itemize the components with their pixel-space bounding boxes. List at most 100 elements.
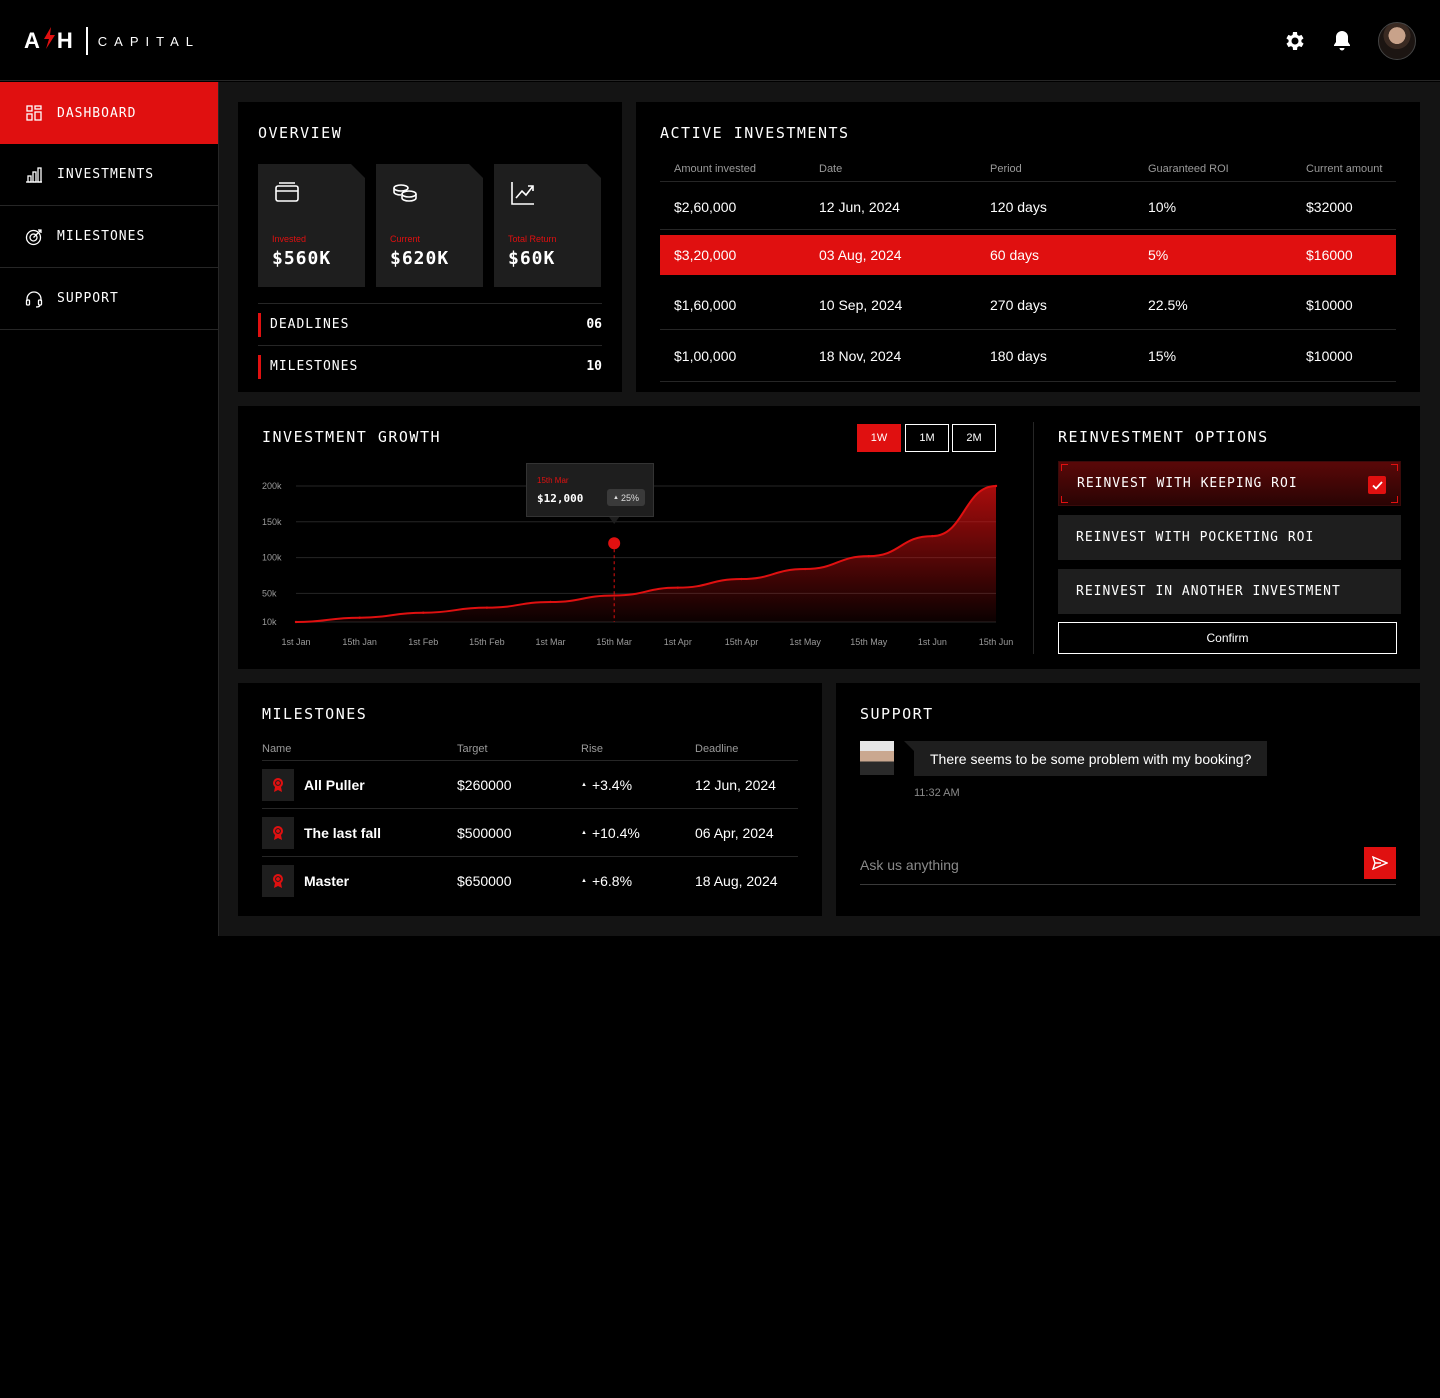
corner-mark xyxy=(1061,464,1068,471)
table-row[interactable]: $1,00,000 18 Nov, 2024 180 days 15% $100… xyxy=(660,330,1396,382)
milestone-rise-value: +3.4% xyxy=(591,776,633,793)
data-point xyxy=(803,567,807,571)
avatar[interactable] xyxy=(1378,22,1416,60)
option-label: REINVEST IN ANOTHER INVESTMENT xyxy=(1076,584,1341,599)
milestone-name-cell: All Puller xyxy=(262,761,365,808)
col-target: Target xyxy=(457,742,488,755)
cell-amount: $1,60,000 xyxy=(674,296,737,313)
data-point xyxy=(485,606,489,609)
milestone-target: $260000 xyxy=(457,776,512,793)
milestone-target: $650000 xyxy=(457,873,512,889)
overview-title: OVERVIEW xyxy=(258,124,343,142)
cell-period: 180 days xyxy=(990,347,1047,364)
x-tick-label: 15th Jan xyxy=(342,637,377,647)
option-label: REINVEST WITH KEEPING ROI xyxy=(1077,476,1298,491)
tooltip-change: 25% xyxy=(620,492,639,503)
x-tick-label: 1st Feb xyxy=(408,637,438,647)
send-icon xyxy=(1372,856,1388,870)
stat-label: Invested xyxy=(272,234,307,244)
reinvest-option-keep-roi[interactable]: REINVEST WITH KEEPING ROI xyxy=(1058,461,1401,506)
x-tick-label: 1st Jun xyxy=(918,637,947,647)
trend-up-icon xyxy=(511,182,534,205)
deadlines-row[interactable]: DEADLINES 06 xyxy=(258,303,602,345)
sidebar-item-support[interactable]: SUPPORT xyxy=(0,268,218,330)
data-point xyxy=(294,620,298,624)
growth-chart[interactable]: 200k 150k 100k 50k 10k 1st Jan 15th Jan 1st Feb… xyxy=(238,406,1018,669)
logo-letter-h: H xyxy=(56,28,74,53)
logo-text: CAPITAL xyxy=(97,33,200,49)
option-label: REINVEST WITH POCKETING ROI xyxy=(1076,530,1315,545)
tooltip-date: 15th Mar xyxy=(537,476,569,485)
headset-icon xyxy=(25,290,43,308)
y-tick-label: 50k xyxy=(262,588,277,598)
x-tick-label: 15th May xyxy=(850,637,888,647)
milestone-name: The last fall xyxy=(304,824,382,841)
overview-card: OVERVIEW Invested $560K Current $620K To… xyxy=(238,102,622,392)
milestones-row[interactable]: MILESTONES 10 xyxy=(258,345,602,387)
chat-message: There seems to be some problem with my b… xyxy=(903,741,1268,776)
cell-date: 12 Jun, 2024 xyxy=(819,198,900,215)
x-tick-label: 15th Jun xyxy=(979,637,1014,647)
x-tick-label: 15th Feb xyxy=(469,637,505,647)
table-row[interactable]: All Puller $260000 ▲ +3.4% 12 Jun, 2024 xyxy=(262,761,798,809)
active-investments-header: Amount invested Date Period Guaranteed R… xyxy=(660,156,1396,182)
award-icon xyxy=(262,816,294,849)
cell-roi: 22.5% xyxy=(1148,296,1188,313)
table-row[interactable]: Master $650000 ▲ +6.8% 18 Aug, 2024 xyxy=(262,857,798,905)
table-row-selected[interactable]: $3,20,000 03 Aug, 2024 60 days 5% $16000 xyxy=(660,235,1396,275)
chat-input[interactable]: Ask us anything xyxy=(860,845,1396,885)
y-tick-label: 150k xyxy=(262,517,282,527)
sidebar-item-investments[interactable]: INVESTMENTS xyxy=(0,144,218,206)
col-rise: Rise xyxy=(581,742,604,755)
sidebar-item-label: INVESTMENTS xyxy=(57,167,155,182)
stat-current: Current $620K xyxy=(376,164,483,287)
send-button[interactable] xyxy=(1364,847,1396,879)
x-tick-label: 1st Jan xyxy=(281,637,310,647)
caret-up-icon: ▲ xyxy=(581,878,587,884)
stat-label: Total Return xyxy=(508,234,557,244)
logo[interactable]: A H CAPITAL xyxy=(24,26,200,56)
cell-date: 10 Sep, 2024 xyxy=(819,296,903,313)
table-row[interactable]: The last fall $500000 ▲ +10.4% 06 Apr, 2024 xyxy=(262,809,798,857)
milestones-header: Name Target Rise Deadline xyxy=(262,737,798,761)
data-point xyxy=(740,577,743,581)
x-tick-label: 15th Mar xyxy=(596,637,632,647)
award-icon xyxy=(262,768,294,801)
milestone-deadline: 12 Jun, 2024 xyxy=(695,776,776,793)
caret-up-icon: ▲ xyxy=(581,829,587,836)
reinvest-option-another[interactable]: REINVEST IN ANOTHER INVESTMENT xyxy=(1058,569,1401,614)
stat-invested: Invested $560K xyxy=(258,164,365,287)
tooltip-change-badge: ▲ 25% xyxy=(607,489,645,506)
col-period: Period xyxy=(990,162,1022,175)
milestone-name-cell: Master xyxy=(262,857,349,905)
highlight-point[interactable] xyxy=(608,537,621,550)
caret-up-icon: ▲ xyxy=(581,781,587,788)
sidebar-item-dashboard[interactable]: DASHBOARD xyxy=(0,82,218,144)
gear-icon[interactable] xyxy=(1282,29,1306,53)
bell-icon[interactable] xyxy=(1330,29,1354,53)
corner-mark xyxy=(1061,496,1068,503)
target-icon xyxy=(25,228,42,245)
caret-up-icon: ▲ xyxy=(613,494,619,501)
data-point xyxy=(931,534,934,538)
milestone-rise-value: +10.4% xyxy=(591,824,640,841)
sidebar-item-label: SUPPORT xyxy=(57,291,119,306)
table-row[interactable]: $1,60,000 10 Sep, 2024 270 days 22.5% $1… xyxy=(660,280,1396,330)
deadlines-label: DEADLINES xyxy=(258,312,349,337)
checkbox-checked-icon[interactable] xyxy=(1368,476,1386,494)
milestones-count: 10 xyxy=(586,359,602,374)
bar-chart-icon xyxy=(26,166,42,183)
y-tick-label: 10k xyxy=(262,617,277,627)
confirm-button[interactable]: Confirm xyxy=(1058,622,1397,654)
data-point xyxy=(358,616,361,619)
milestones-label: MILESTONES xyxy=(258,354,358,379)
sidebar-item-milestones[interactable]: MILESTONES xyxy=(0,206,218,268)
logo-divider xyxy=(85,27,88,55)
milestone-rise-value: +6.8% xyxy=(591,873,633,889)
table-row[interactable]: $2,60,000 12 Jun, 2024 120 days 10% $320… xyxy=(660,184,1396,230)
reinvest-option-pocket-roi[interactable]: REINVEST WITH POCKETING ROI xyxy=(1058,515,1401,560)
chat-input-placeholder: Ask us anything xyxy=(860,856,959,873)
col-amount-invested: Amount invested xyxy=(674,162,756,175)
milestone-rise: ▲ +10.4% xyxy=(581,809,640,856)
deadlines-count: 06 xyxy=(586,317,602,332)
